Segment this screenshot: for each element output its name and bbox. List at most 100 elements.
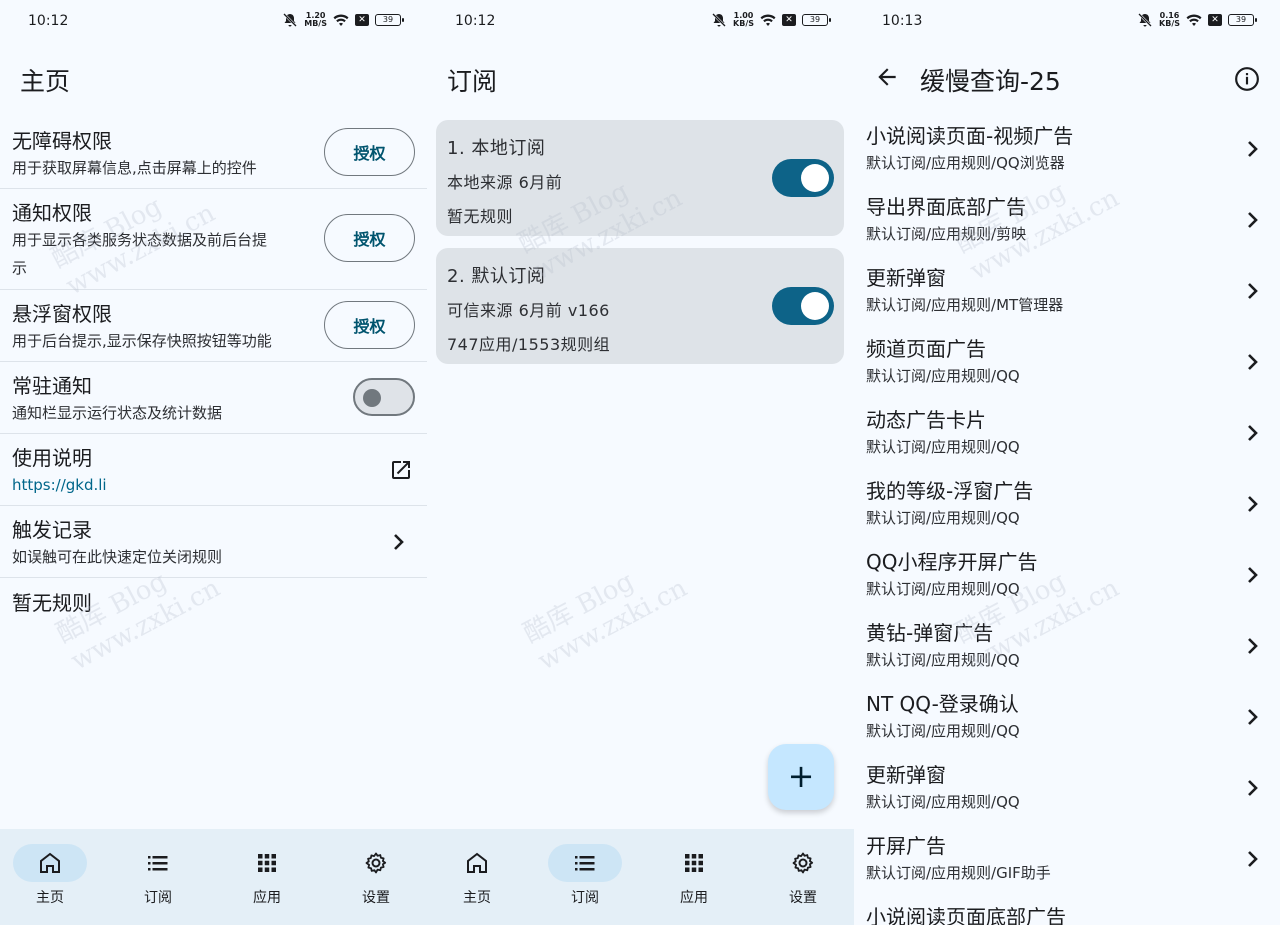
- row-description: 用于后台提示,显示保存快照按钮等功能: [12, 332, 272, 350]
- nav-settings[interactable]: 设置: [326, 843, 426, 915]
- chevron-right-icon: [1248, 638, 1258, 654]
- page-title: 主页: [20, 67, 71, 96]
- home-screen: 10:12 1.20 MB/S ✕ 39 主页 无障碍权限 用于获取屏幕信息,点击…: [0, 0, 427, 925]
- rule-item[interactable]: QQ小程序开屏广告 默认订阅/应用规则/QQ: [854, 543, 1280, 614]
- app-notification-icon: ✕: [782, 14, 796, 26]
- app-notification-icon: ✕: [355, 14, 369, 26]
- slow-query-screen: 10:13 0.16 KB/S ✕ 39 缓慢查询-25 小说阅读页面-视频广告默…: [854, 0, 1280, 925]
- chevron-right-icon: [1248, 780, 1258, 796]
- row-description: 通知栏显示运行状态及统计数据: [12, 404, 223, 422]
- subscription-toggle[interactable]: [772, 287, 834, 325]
- nav-subscriptions[interactable]: 订阅: [108, 843, 208, 915]
- rule-item[interactable]: 小说阅读页面底部广告: [854, 898, 1280, 925]
- status-bar: 10:12 1.00 KB/S ✕ 39: [427, 0, 854, 44]
- home-icon: [40, 852, 60, 873]
- chevron-right-icon: [1248, 141, 1258, 157]
- chevron-right-icon: [1248, 567, 1258, 583]
- nav-subscriptions[interactable]: 订阅: [535, 843, 635, 915]
- rule-item[interactable]: 我的等级-浮窗广告 默认订阅/应用规则/QQ: [854, 472, 1280, 543]
- chevron-right-icon: [1248, 283, 1258, 299]
- page-title: 缓慢查询-25: [920, 67, 1061, 96]
- watermark: 酷库 Blog www.zxki.cn: [518, 566, 693, 677]
- grant-notification-button[interactable]: 授权: [324, 214, 415, 262]
- status-bar: 10:13 0.16 KB/S ✕ 39: [854, 0, 1280, 44]
- page-title: 订阅: [447, 67, 498, 96]
- rule-item[interactable]: NT QQ-登录确认 默认订阅/应用规则/QQ: [854, 685, 1280, 756]
- subscription-toggle[interactable]: [772, 159, 834, 197]
- gear-icon: [365, 852, 387, 874]
- nav-home[interactable]: 主页: [427, 843, 527, 915]
- trigger-records-row[interactable]: 触发记录 如误触可在此快速定位关闭规则: [0, 506, 427, 578]
- subscription-meta: 本地来源 6月前: [447, 173, 563, 192]
- rule-item[interactable]: 黄钻-弹窗广告 默认订阅/应用规则/QQ: [854, 614, 1280, 685]
- row-title: 悬浮窗权限: [12, 302, 112, 326]
- toggle-knob: [801, 164, 829, 192]
- chevron-right-icon: [1248, 212, 1258, 228]
- row-title: 触发记录: [12, 518, 92, 542]
- chevron-right-icon: [394, 534, 404, 550]
- accessibility-permission-row: 无障碍权限 用于获取屏幕信息,点击屏幕上的控件 授权: [0, 117, 427, 189]
- row-title: 无障碍权限: [12, 129, 112, 153]
- rule-item[interactable]: 导出界面底部广告 默认订阅/应用规则/剪映: [854, 188, 1280, 259]
- rule-item[interactable]: 小说阅读页面-视频广告 默认订阅/应用规则/QQ浏览器: [854, 117, 1280, 188]
- chevron-right-icon: [1248, 709, 1258, 725]
- row-description: 用于显示各类服务状态数据及前后台提: [12, 231, 268, 249]
- chevron-right-icon: [1248, 354, 1258, 370]
- row-title: 常驻通知: [12, 374, 92, 398]
- apps-grid-icon: [258, 854, 276, 872]
- rule-item[interactable]: 开屏广告 默认订阅/应用规则/GIF助手: [854, 827, 1280, 898]
- bottom-navigation: 主页 订阅 应用 设置: [0, 829, 427, 925]
- rule-item[interactable]: 动态广告卡片 默认订阅/应用规则/QQ: [854, 401, 1280, 472]
- list-icon: [575, 856, 595, 871]
- overlay-permission-row: 悬浮窗权限 用于后台提示,显示保存快照按钮等功能 授权: [0, 290, 427, 362]
- no-rules-text: 暂无规则: [12, 591, 92, 615]
- list-icon: [148, 856, 168, 871]
- battery-icon: 39: [1228, 14, 1257, 26]
- subscription-name: 2. 默认订阅: [447, 266, 546, 287]
- persistent-notification-row[interactable]: 常驻通知 通知栏显示运行状态及统计数据: [0, 362, 427, 434]
- gear-icon: [792, 852, 814, 874]
- nav-settings[interactable]: 设置: [753, 843, 853, 915]
- status-time: 10:12: [455, 13, 496, 29]
- wifi-icon: [760, 14, 776, 26]
- grant-accessibility-button[interactable]: 授权: [324, 128, 415, 176]
- home-icon: [467, 852, 487, 873]
- grant-overlay-button[interactable]: 授权: [324, 301, 415, 349]
- status-bar: 10:12 1.20 MB/S ✕ 39: [0, 0, 427, 44]
- wifi-icon: [1186, 14, 1202, 26]
- add-subscription-button[interactable]: +: [768, 744, 834, 810]
- chevron-right-icon: [1248, 851, 1258, 867]
- nav-apps[interactable]: 应用: [217, 843, 317, 915]
- back-arrow-icon[interactable]: [874, 64, 900, 90]
- subscriptions-screen: 10:12 1.00 KB/S ✕ 39 订阅 1. 本地订阅 本地来源 6月前 …: [427, 0, 854, 925]
- nav-apps[interactable]: 应用: [644, 843, 744, 915]
- rule-item[interactable]: 更新弹窗 默认订阅/应用规则/MT管理器: [854, 259, 1280, 330]
- rule-item[interactable]: 更新弹窗 默认订阅/应用规则/QQ: [854, 756, 1280, 827]
- app-notification-icon: ✕: [1208, 14, 1222, 26]
- bottom-navigation: 主页 订阅 应用 设置: [427, 829, 854, 925]
- chevron-right-icon: [1248, 425, 1258, 441]
- info-icon[interactable]: [1234, 66, 1260, 92]
- instructions-link[interactable]: https://gkd.li: [12, 472, 107, 498]
- status-time: 10:13: [882, 13, 923, 29]
- battery-icon: 39: [802, 14, 831, 26]
- wifi-icon: [333, 14, 349, 26]
- persistent-notification-toggle[interactable]: [353, 378, 415, 416]
- row-description: 用于获取屏幕信息,点击屏幕上的控件: [12, 159, 257, 177]
- network-speed: 0.16 KB/S: [1159, 11, 1180, 28]
- subscription-card[interactable]: 2. 默认订阅 可信来源 6月前 v166 747应用/1553规则组: [436, 248, 844, 364]
- instructions-row[interactable]: 使用说明 https://gkd.li: [0, 434, 427, 506]
- row-title: 使用说明: [12, 446, 92, 470]
- nav-home[interactable]: 主页: [0, 843, 100, 915]
- subscription-card[interactable]: 1. 本地订阅 本地来源 6月前 暂无规则: [436, 120, 844, 236]
- network-speed: 1.00 KB/S: [733, 11, 754, 28]
- row-description-cont: 示: [12, 259, 28, 277]
- mute-bell-icon: [712, 13, 726, 27]
- subscription-meta: 可信来源 6月前 v166: [447, 301, 610, 320]
- open-in-new-icon[interactable]: [389, 458, 413, 482]
- rule-item[interactable]: 频道页面广告 默认订阅/应用规则/QQ: [854, 330, 1280, 401]
- row-title: 通知权限: [12, 201, 92, 225]
- mute-bell-icon: [283, 13, 298, 27]
- battery-icon: 39: [375, 14, 404, 26]
- mute-bell-icon: [1138, 13, 1152, 27]
